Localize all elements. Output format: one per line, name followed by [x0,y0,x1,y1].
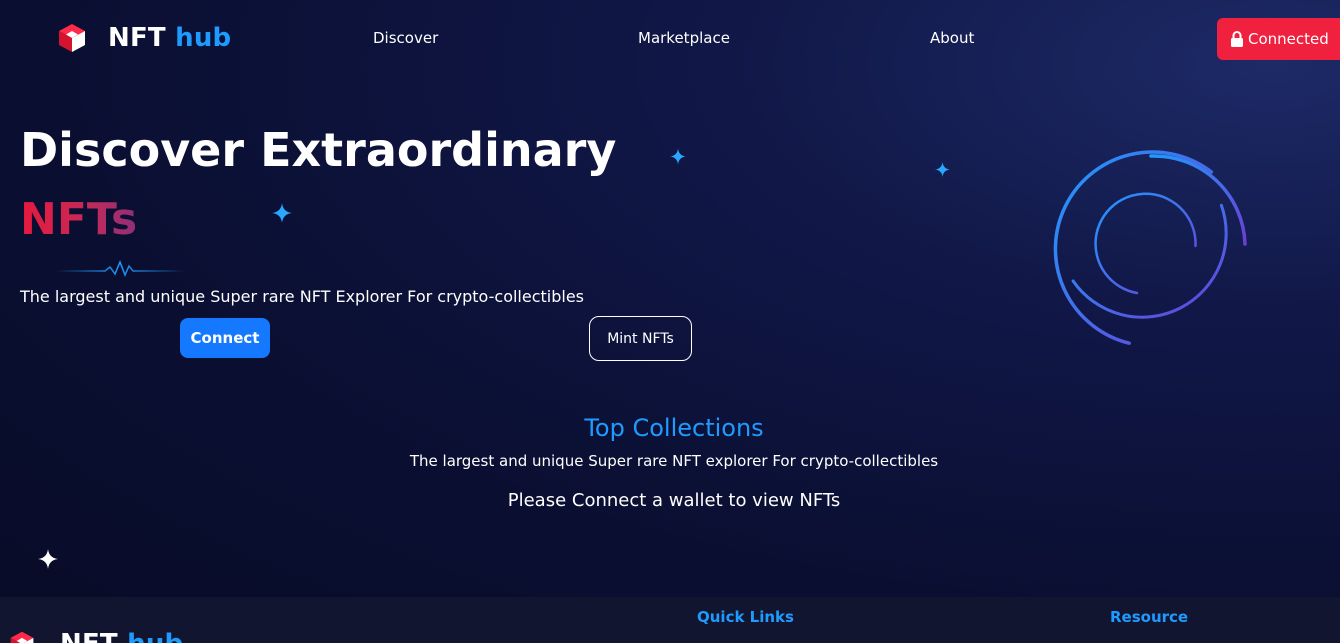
connected-wallet-button[interactable]: Connected [1217,18,1340,60]
footer: NFT hub Quick Links Resource [0,597,1340,643]
hero-subtitle: NFTs [20,190,137,250]
footer-heading-quick-links: Quick Links [697,608,794,626]
cube-logo-icon [10,631,34,643]
brand-logo[interactable]: NFT hub [56,22,231,54]
brand-name: NFT hub [108,23,232,53]
sparkle-icon [670,148,686,165]
top-navbar: NFT hub Discover Marketplace About Conne… [0,0,1340,80]
top-collections-description: The largest and unique Super rare NFT ex… [409,452,939,470]
hero-title: Discover Extraordinary [20,123,617,177]
sparkle-icon [935,162,950,177]
footer-heading-resource: Resource [1110,608,1189,626]
sparkle-icon [38,549,58,569]
connected-label: Connected [1248,30,1329,48]
footer-brand-name: NFT hub [60,629,183,643]
top-collections-title: Top Collections [584,414,764,442]
cube-logo-icon [59,24,85,52]
connect-button[interactable]: Connect [180,318,270,358]
nav-link-marketplace[interactable]: Marketplace [638,29,730,47]
lock-icon [1231,31,1243,47]
nav-link-discover[interactable]: Discover [373,29,438,47]
connect-wallet-message: Please Connect a wallet to view NFTs [507,490,841,511]
footer-brand-logo[interactable]: NFT hub [8,629,183,643]
heartbeat-line-icon [55,259,185,277]
orbit-rings-icon [1053,150,1247,345]
nav-link-about[interactable]: About [930,29,974,47]
sparkle-icon [272,203,292,223]
hero-description: The largest and unique Super rare NFT Ex… [20,287,585,306]
mint-nfts-button[interactable]: Mint NFTs [589,316,692,361]
